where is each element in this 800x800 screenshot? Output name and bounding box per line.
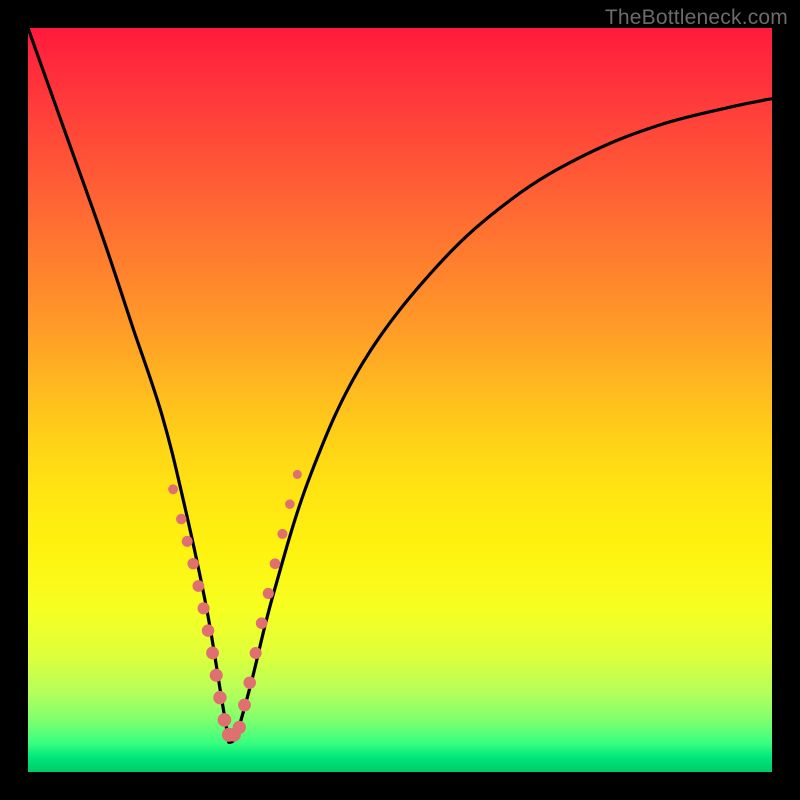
data-point-marker xyxy=(202,624,214,636)
bottleneck-curve xyxy=(28,28,229,742)
bottleneck-curve xyxy=(229,99,772,743)
data-point-marker xyxy=(218,713,232,727)
data-point-marker xyxy=(270,558,281,569)
data-point-marker xyxy=(250,647,262,659)
data-point-marker xyxy=(243,676,255,688)
data-point-marker xyxy=(182,536,193,547)
data-point-marker xyxy=(285,499,295,509)
data-point-marker xyxy=(192,580,204,592)
data-point-marker xyxy=(198,602,210,614)
data-point-marker xyxy=(213,691,226,704)
watermark-text: TheBottleneck.com xyxy=(605,6,788,30)
data-point-marker xyxy=(238,699,251,712)
data-point-marker xyxy=(293,470,302,479)
data-point-marker xyxy=(263,588,274,599)
chart-plot-area xyxy=(28,28,772,772)
data-point-marker xyxy=(233,721,246,734)
chart-svg xyxy=(28,28,772,772)
data-point-marker xyxy=(277,529,287,539)
data-point-marker xyxy=(187,558,198,569)
data-point-marker xyxy=(206,647,219,660)
data-point-marker xyxy=(210,669,223,682)
data-point-marker xyxy=(176,514,187,525)
data-point-marker xyxy=(256,617,268,629)
data-point-marker xyxy=(168,484,178,494)
